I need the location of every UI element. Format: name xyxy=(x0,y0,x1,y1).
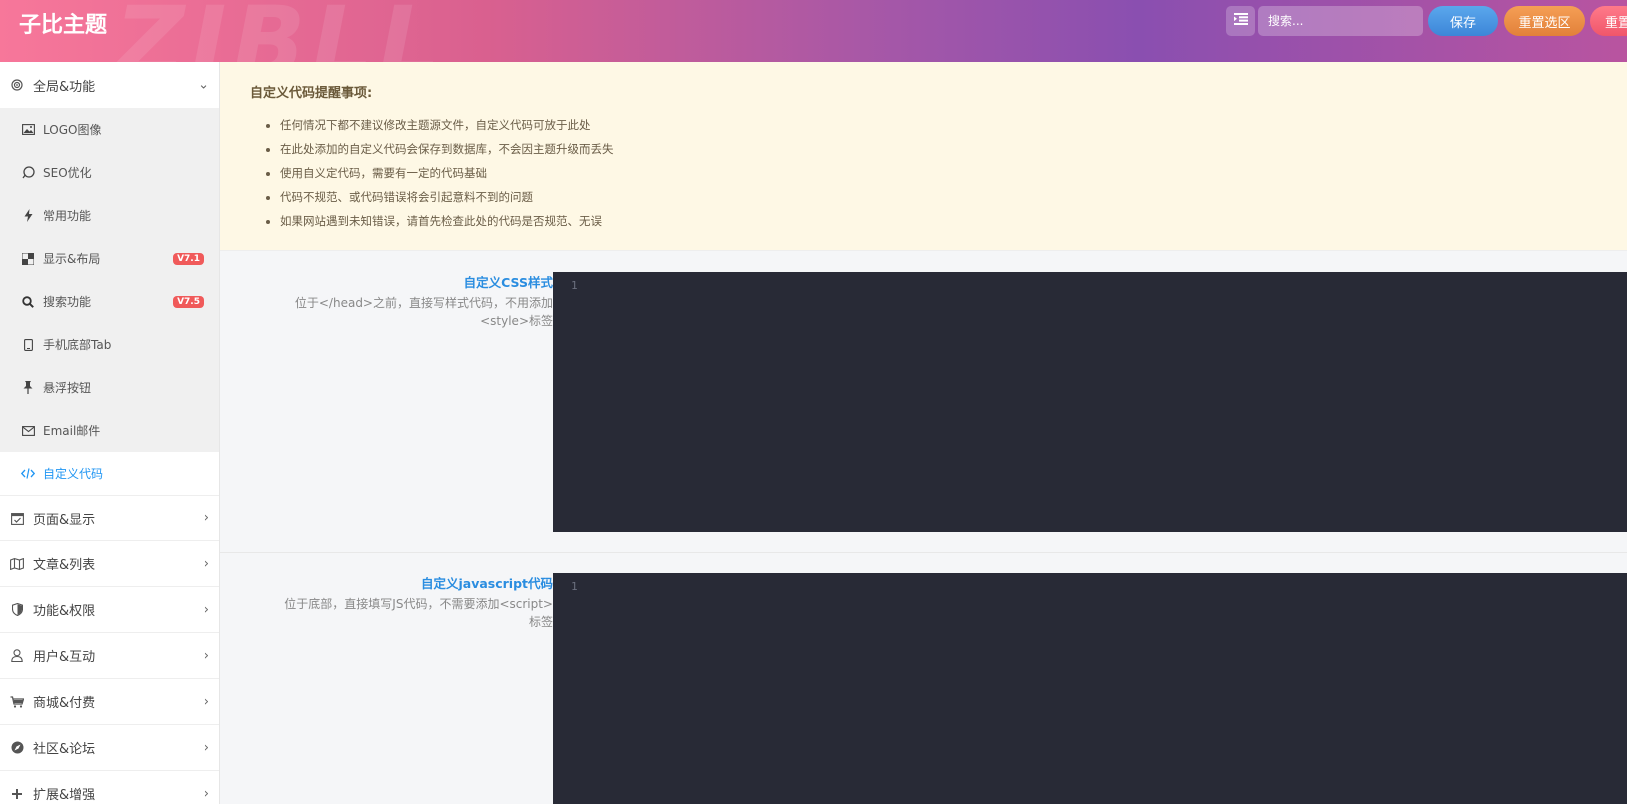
save-button[interactable]: 保存 xyxy=(1428,6,1498,36)
main-content: 自定义代码提醒事项: 任何情况下都不建议修改主题源文件，自定义代码可放于此处 在… xyxy=(220,62,1627,804)
sidebar-group-label: 用户&互动 xyxy=(33,650,96,665)
field-description-line: 标签 xyxy=(528,615,553,629)
sidebar-item-email[interactable]: Email邮件 xyxy=(0,409,219,452)
custom-css-label: 自定义CSS样式 位于</head>之前，直接写样式代码，不用添加 <style… xyxy=(240,272,553,330)
field-title: 自定义CSS样式 xyxy=(463,275,553,290)
shield-icon xyxy=(10,603,24,617)
reset-section-button[interactable]: 重置选区 xyxy=(1504,6,1585,36)
sidebar-item-display-layout[interactable]: 显示&布局 V7.1 xyxy=(0,237,219,280)
chevron-right-icon: › xyxy=(203,694,209,709)
sidebar-item-common-features[interactable]: 常用功能 xyxy=(0,194,219,237)
mail-icon xyxy=(21,424,35,438)
sidebar-item-label: LOGO图像 xyxy=(43,123,102,137)
sidebar-sub-list: LOGO图像 SEO优化 常用功能 显示&布局 V7.1 搜索功能 V7.5 手… xyxy=(0,108,219,495)
css-code-editor[interactable]: 1 xyxy=(553,272,1627,532)
version-badge: V7.1 xyxy=(173,252,204,265)
sidebar-group-page-display[interactable]: 页面&显示 › xyxy=(0,495,219,541)
code-icon xyxy=(21,467,35,481)
user-icon xyxy=(10,649,24,663)
sidebar-group-label: 功能&权限 xyxy=(33,604,96,619)
sidebar-group-label: 商城&付费 xyxy=(33,696,96,711)
plus-icon xyxy=(10,787,24,801)
custom-css-field: 自定义CSS样式 位于</head>之前，直接写样式代码，不用添加 <style… xyxy=(220,252,1627,553)
line-number: 1 xyxy=(571,580,578,593)
custom-js-label: 自定义javascript代码 位于底部，直接填写JS代码，不需要添加<scri… xyxy=(240,573,553,631)
chevron-right-icon: › xyxy=(203,602,209,617)
calendar-check-icon xyxy=(10,511,24,525)
mobile-icon xyxy=(21,338,35,352)
sidebar-group-label: 文章&列表 xyxy=(33,558,96,573)
notice-item: 在此处添加的自定义代码会保存到数据库，不会因主题升级而丢失 xyxy=(280,137,1627,161)
field-description: 位于</head>之前，直接写样式代码，不用添加 <style>标签 xyxy=(240,294,553,330)
chevron-down-icon: ⌄ xyxy=(198,77,209,93)
sidebar-item-mobile-tab[interactable]: 手机底部Tab xyxy=(0,323,219,366)
brand-watermark: ZIBLL xyxy=(115,0,446,62)
field-description-line: 位于</head>之前，直接写样式代码，不用添加 xyxy=(294,296,553,310)
sidebar-item-label: 搜索功能 xyxy=(43,295,92,309)
sidebar-group-label: 社区&论坛 xyxy=(33,742,96,757)
notice-list: 任何情况下都不建议修改主题源文件，自定义代码可放于此处 在此处添加的自定义代码会… xyxy=(250,113,1627,233)
sidebar-group-shop-payment[interactable]: 商城&付费 › xyxy=(0,679,219,725)
expand-menu-button[interactable] xyxy=(1226,6,1255,36)
chevron-right-icon: › xyxy=(203,556,209,571)
sidebar-item-label: 手机底部Tab xyxy=(43,338,112,352)
sidebar-item-label: 悬浮按钮 xyxy=(43,381,92,395)
sidebar-group-features-permissions[interactable]: 功能&权限 › xyxy=(0,587,219,633)
sidebar-item-custom-code[interactable]: 自定义代码 xyxy=(0,452,219,495)
sidebar-group-community-forum[interactable]: 社区&论坛 › xyxy=(0,725,219,771)
grid-icon xyxy=(21,252,35,266)
notice-item: 使用自义定代码，需要有一定的代码基础 xyxy=(280,161,1627,185)
image-icon xyxy=(21,123,35,137)
sidebar-group-global[interactable]: 全局&功能 ⌄ xyxy=(0,62,219,108)
notice-item: 代码不规范、或代码错误将会引起意料不到的问题 xyxy=(280,185,1627,209)
map-icon xyxy=(10,557,24,571)
chevron-right-icon: › xyxy=(203,740,209,755)
target-icon xyxy=(10,78,24,92)
chat-icon xyxy=(21,166,35,180)
sidebar-item-float-button[interactable]: 悬浮按钮 xyxy=(0,366,219,409)
sidebar-group-label: 扩展&增强 xyxy=(33,788,96,803)
sidebar-item-label: 显示&布局 xyxy=(43,252,101,266)
list-indent-icon xyxy=(1233,12,1248,30)
line-number: 1 xyxy=(571,279,578,292)
brand-title: 子比主题 xyxy=(19,13,108,38)
notice-item: 任何情况下都不建议修改主题源文件，自定义代码可放于此处 xyxy=(280,113,1627,137)
sidebar-group-label: 页面&显示 xyxy=(33,512,96,528)
field-title: 自定义javascript代码 xyxy=(420,576,553,591)
search-icon xyxy=(21,295,35,309)
compass-icon xyxy=(10,741,24,755)
custom-code-notice: 自定义代码提醒事项: 任何情况下都不建议修改主题源文件，自定义代码可放于此处 在… xyxy=(220,62,1627,251)
notice-title: 自定义代码提醒事项: xyxy=(250,86,373,101)
chevron-right-icon: › xyxy=(203,786,209,801)
reset-all-button[interactable]: 重置 xyxy=(1590,6,1627,36)
sidebar-item-logo[interactable]: LOGO图像 xyxy=(0,108,219,151)
version-badge: V7.5 xyxy=(173,295,204,308)
chevron-right-icon: › xyxy=(203,648,209,663)
bolt-icon xyxy=(21,209,35,223)
chevron-right-icon: › xyxy=(203,510,209,526)
custom-js-field: 自定义javascript代码 位于底部，直接填写JS代码，不需要添加<scri… xyxy=(220,553,1627,804)
top-header: ZIBLL 子比主题 保存 重置选区 重置 xyxy=(0,0,1627,62)
sidebar-item-label: Email邮件 xyxy=(43,424,101,438)
pin-icon xyxy=(21,381,35,395)
sidebar-group-label: 全局&功能 xyxy=(33,79,96,95)
sidebar-group-posts-lists[interactable]: 文章&列表 › xyxy=(0,541,219,587)
sidebar-item-label: SEO优化 xyxy=(43,166,92,180)
field-description: 位于底部，直接填写JS代码，不需要添加<script> 标签 xyxy=(240,595,553,631)
cart-icon xyxy=(10,695,24,709)
js-code-editor[interactable]: 1 xyxy=(553,573,1627,804)
sidebar-item-search[interactable]: 搜索功能 V7.5 xyxy=(0,280,219,323)
sidebar-item-label: 自定义代码 xyxy=(43,467,104,481)
sidebar-group-users-interaction[interactable]: 用户&互动 › xyxy=(0,633,219,679)
sidebar-group-extensions[interactable]: 扩展&增强 › xyxy=(0,771,219,804)
notice-item: 如果网站遇到未知错误，请首先检查此处的代码是否规范、无误 xyxy=(280,209,1627,233)
search-input[interactable] xyxy=(1258,6,1423,36)
sidebar-item-label: 常用功能 xyxy=(43,209,92,223)
field-description-line: 位于底部，直接填写JS代码，不需要添加<script> xyxy=(284,597,553,611)
sidebar-item-seo[interactable]: SEO优化 xyxy=(0,151,219,194)
field-description-line: <style>标签 xyxy=(480,314,553,328)
sidebar: 全局&功能 ⌄ LOGO图像 SEO优化 常用功能 显示&布局 V7.1 搜索功… xyxy=(0,62,220,804)
